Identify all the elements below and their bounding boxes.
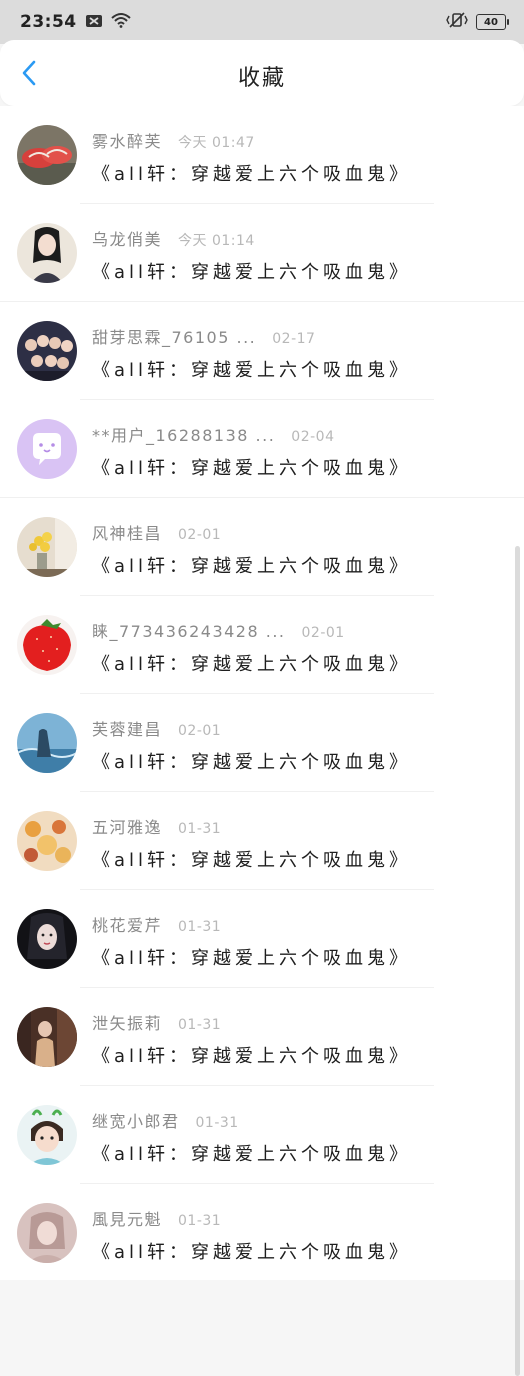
- avatar[interactable]: [17, 909, 77, 969]
- battery-icon: 40: [476, 14, 509, 30]
- timestamp: 01-31: [178, 919, 222, 935]
- status-bar: 23:54 40: [0, 0, 524, 44]
- name-line: 睐_773436243428 ... 02-01: [92, 618, 345, 642]
- list-item[interactable]: 芙蓉建昌 02-01 《all轩：穿越爱上六个吸血鬼》: [0, 694, 524, 792]
- list-item[interactable]: 雾水醉芙 今天 01:47 《all轩：穿越爱上六个吸血鬼》: [0, 106, 524, 204]
- avatar[interactable]: [17, 419, 77, 479]
- timestamp: 02-04: [291, 429, 335, 445]
- name-line: 泄矢振莉 01-31: [92, 1010, 221, 1034]
- book-title[interactable]: 《all轩：穿越爱上六个吸血鬼》: [92, 748, 411, 774]
- list-item[interactable]: 風見元魁 01-31 《all轩：穿越爱上六个吸血鬼》: [0, 1184, 524, 1282]
- timestamp: 02-01: [178, 723, 222, 739]
- book-title[interactable]: 《all轩：穿越爱上六个吸血鬼》: [92, 944, 411, 970]
- list-item[interactable]: 泄矢振莉 01-31 《all轩：穿越爱上六个吸血鬼》: [0, 988, 524, 1086]
- avatar[interactable]: [17, 321, 77, 381]
- user-name[interactable]: 泄矢振莉: [92, 1010, 162, 1034]
- user-name[interactable]: 风神桂昌: [92, 520, 162, 544]
- timestamp: 02-01: [301, 625, 345, 641]
- book-title[interactable]: 《all轩：穿越爱上六个吸血鬼》: [92, 356, 411, 382]
- timestamp: 02-01: [178, 527, 222, 543]
- user-name[interactable]: 芙蓉建昌: [92, 716, 162, 740]
- timestamp: 02-17: [272, 331, 316, 347]
- status-left: 23:54: [20, 12, 131, 32]
- user-name[interactable]: 甜芽思霖_76105 ...: [92, 324, 256, 348]
- book-title[interactable]: 《all轩：穿越爱上六个吸血鬼》: [92, 454, 411, 480]
- avatar[interactable]: [17, 713, 77, 773]
- timestamp: 01-31: [178, 821, 222, 837]
- book-title[interactable]: 《all轩：穿越爱上六个吸血鬼》: [92, 160, 411, 186]
- user-name[interactable]: 風見元魁: [92, 1206, 162, 1230]
- list-item[interactable]: 五河雅逸 01-31 《all轩：穿越爱上六个吸血鬼》: [0, 792, 524, 890]
- avatar[interactable]: [17, 811, 77, 871]
- user-name[interactable]: 桃花爱芹: [92, 912, 162, 936]
- timestamp: 01-31: [178, 1213, 222, 1229]
- name-line: 桃花爱芹 01-31: [92, 912, 221, 936]
- book-title[interactable]: 《all轩：穿越爱上六个吸血鬼》: [92, 846, 411, 872]
- status-time: 23:54: [20, 12, 77, 32]
- battery-level: 40: [484, 16, 498, 28]
- timestamp: 今天 01:14: [178, 233, 255, 249]
- name-line: 芙蓉建昌 02-01: [92, 716, 221, 740]
- notification-icon: [85, 13, 103, 32]
- book-title[interactable]: 《all轩：穿越爱上六个吸血鬼》: [92, 258, 411, 284]
- name-line: 乌龙俏美 今天 01:14: [92, 226, 255, 250]
- name-line: 雾水醉芙 今天 01:47: [92, 128, 255, 152]
- list-item[interactable]: 乌龙俏美 今天 01:14 《all轩：穿越爱上六个吸血鬼》: [0, 204, 524, 302]
- avatar[interactable]: [17, 125, 77, 185]
- book-title[interactable]: 《all轩：穿越爱上六个吸血鬼》: [92, 1238, 411, 1264]
- timestamp: 今天 01:47: [178, 135, 255, 151]
- list-item[interactable]: **用户_16288138 ... 02-04 《all轩：穿越爱上六个吸血鬼》: [0, 400, 524, 498]
- book-title[interactable]: 《all轩：穿越爱上六个吸血鬼》: [92, 552, 411, 578]
- name-line: **用户_16288138 ... 02-04: [92, 422, 334, 446]
- list-item[interactable]: 桃花爱芹 01-31 《all轩：穿越爱上六个吸血鬼》: [0, 890, 524, 988]
- user-name[interactable]: **用户_16288138 ...: [92, 422, 275, 446]
- avatar[interactable]: [17, 1203, 77, 1263]
- vibrate-icon: [446, 12, 468, 32]
- book-title[interactable]: 《all轩：穿越爱上六个吸血鬼》: [92, 1042, 411, 1068]
- list-item[interactable]: 睐_773436243428 ... 02-01 《all轩：穿越爱上六个吸血鬼…: [0, 596, 524, 694]
- user-name[interactable]: 继宽小郎君: [92, 1108, 180, 1132]
- timestamp: 01-31: [195, 1115, 239, 1131]
- name-line: 五河雅逸 01-31: [92, 814, 221, 838]
- name-line: 甜芽思霖_76105 ... 02-17: [92, 324, 315, 348]
- list-item[interactable]: 继宽小郎君 01-31 《all轩：穿越爱上六个吸血鬼》: [0, 1086, 524, 1184]
- user-name[interactable]: 雾水醉芙: [92, 128, 162, 152]
- timestamp: 01-31: [178, 1017, 222, 1033]
- book-title[interactable]: 《all轩：穿越爱上六个吸血鬼》: [92, 650, 411, 676]
- avatar[interactable]: [17, 1105, 77, 1165]
- scrollbar[interactable]: [515, 546, 520, 1376]
- list-item[interactable]: 甜芽思霖_76105 ... 02-17 《all轩：穿越爱上六个吸血鬼》: [0, 302, 524, 400]
- status-right: 40: [446, 12, 509, 32]
- avatar[interactable]: [17, 223, 77, 283]
- avatar[interactable]: [17, 615, 77, 675]
- header: 收藏: [0, 40, 524, 106]
- avatar[interactable]: [17, 517, 77, 577]
- page-title: 收藏: [237, 66, 286, 91]
- user-name[interactable]: 乌龙俏美: [92, 226, 162, 250]
- list-item[interactable]: 风神桂昌 02-01 《all轩：穿越爱上六个吸血鬼》: [0, 498, 524, 596]
- user-name[interactable]: 五河雅逸: [92, 814, 162, 838]
- favorites-list: 雾水醉芙 今天 01:47 《all轩：穿越爱上六个吸血鬼》 乌龙俏美 今天 0…: [0, 106, 524, 1376]
- name-line: 風見元魁 01-31: [92, 1206, 221, 1230]
- avatar[interactable]: [17, 1007, 77, 1067]
- name-line: 风神桂昌 02-01: [92, 520, 221, 544]
- user-name[interactable]: 睐_773436243428 ...: [92, 618, 286, 642]
- book-title[interactable]: 《all轩：穿越爱上六个吸血鬼》: [92, 1140, 411, 1166]
- name-line: 继宽小郎君 01-31: [92, 1108, 239, 1132]
- wifi-icon: [110, 12, 131, 32]
